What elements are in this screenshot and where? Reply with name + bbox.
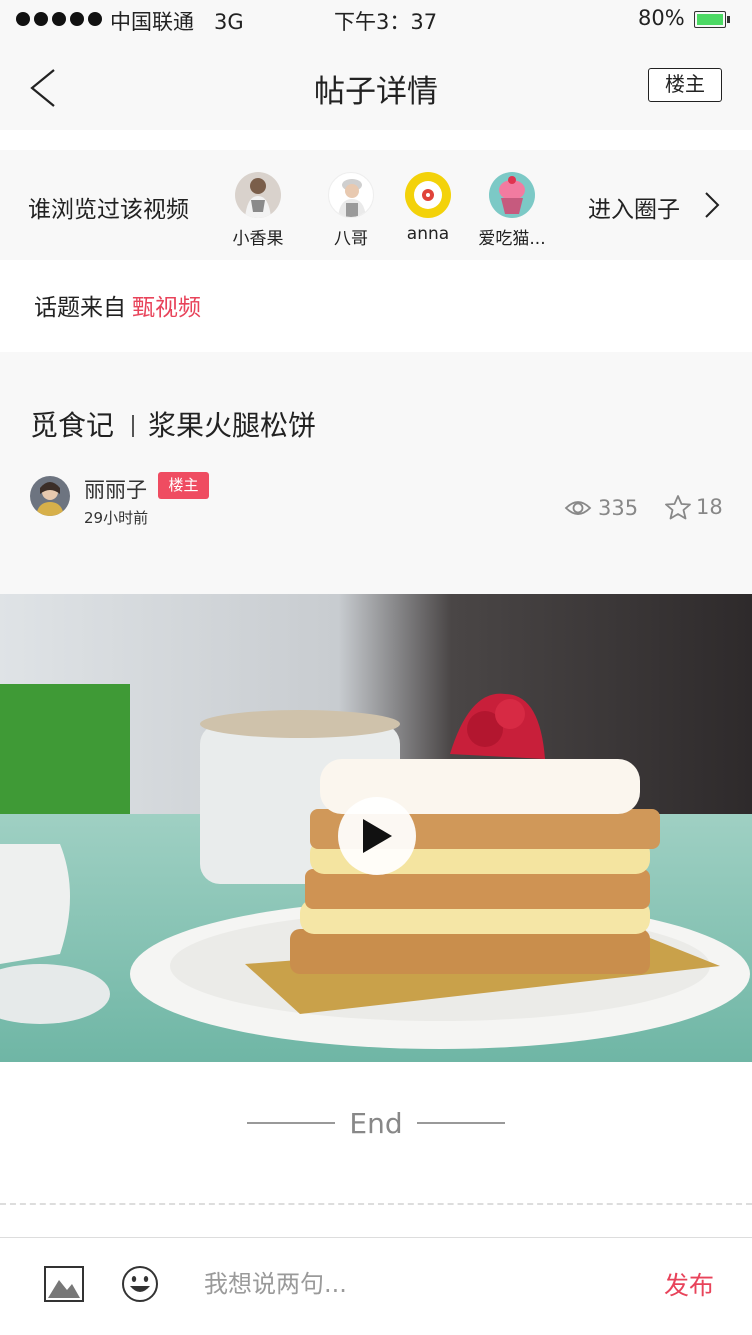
post-header bbox=[0, 352, 752, 594]
post-title: 觅食记 浆果火腿松饼 bbox=[30, 404, 316, 444]
end-marker: End bbox=[0, 1103, 752, 1143]
battery-icon bbox=[694, 11, 730, 28]
owner-badge: 楼主 bbox=[158, 472, 209, 499]
chevron-right-icon[interactable] bbox=[700, 190, 724, 220]
battery-percent: 80% bbox=[638, 6, 685, 30]
chevron-left-icon bbox=[30, 69, 55, 107]
post-category: 觅食记 bbox=[30, 409, 115, 442]
topic-source-link[interactable]: 甄视频 bbox=[132, 295, 201, 321]
emoji-icon[interactable] bbox=[121, 1265, 159, 1303]
back-button[interactable] bbox=[24, 66, 64, 110]
post-time: 29小时前 bbox=[84, 509, 149, 527]
status-time: 下午3：37 bbox=[334, 10, 438, 34]
viewer-item[interactable]: 八哥 bbox=[311, 172, 391, 249]
end-line-right bbox=[416, 1122, 505, 1124]
viewer-item[interactable]: anna bbox=[388, 172, 468, 244]
comment-input[interactable] bbox=[204, 1266, 624, 1302]
star-icon bbox=[665, 495, 691, 520]
viewer-name: anna bbox=[406, 224, 450, 244]
view-count: 335 bbox=[564, 496, 638, 520]
play-icon bbox=[363, 819, 392, 853]
enter-circle-link[interactable]: 进入圈子 bbox=[588, 190, 680, 224]
viewer-name: 小香果 bbox=[232, 229, 284, 249]
viewer-name: 爱吃猫... bbox=[478, 229, 546, 249]
play-button[interactable] bbox=[338, 797, 416, 875]
viewers-label: 谁浏览过该视频 bbox=[28, 197, 189, 223]
signal-strength-icon bbox=[16, 12, 102, 26]
carrier-label: 中国联通 3G bbox=[110, 10, 244, 34]
title-separator bbox=[132, 415, 135, 437]
dashed-divider bbox=[0, 1203, 752, 1205]
page-title: 帖子详情 bbox=[314, 74, 438, 110]
topic-prefix: 话题来自 bbox=[34, 295, 126, 321]
owner-only-button[interactable]: 楼主 bbox=[648, 68, 722, 102]
avatar bbox=[489, 172, 535, 218]
author-name[interactable]: 丽丽子 bbox=[84, 474, 147, 504]
eye-icon bbox=[564, 501, 592, 515]
viewer-item[interactable]: 爱吃猫... bbox=[472, 172, 552, 249]
end-label: End bbox=[349, 1106, 403, 1140]
author-avatar[interactable] bbox=[30, 476, 70, 516]
star-count[interactable]: 18 bbox=[664, 494, 723, 520]
post-title-text: 浆果火腿松饼 bbox=[148, 409, 317, 442]
viewer-item[interactable]: 小香果 bbox=[218, 172, 298, 249]
viewer-name: 八哥 bbox=[334, 229, 368, 249]
network-type: 3G bbox=[214, 10, 244, 34]
avatar bbox=[405, 172, 451, 218]
topic-source: 话题来自 甄视频 bbox=[34, 288, 201, 322]
avatar bbox=[328, 172, 374, 218]
publish-button[interactable]: 发布 bbox=[664, 1266, 714, 1302]
avatar bbox=[235, 172, 281, 218]
image-icon[interactable] bbox=[44, 1266, 84, 1302]
end-line-left bbox=[247, 1122, 336, 1124]
